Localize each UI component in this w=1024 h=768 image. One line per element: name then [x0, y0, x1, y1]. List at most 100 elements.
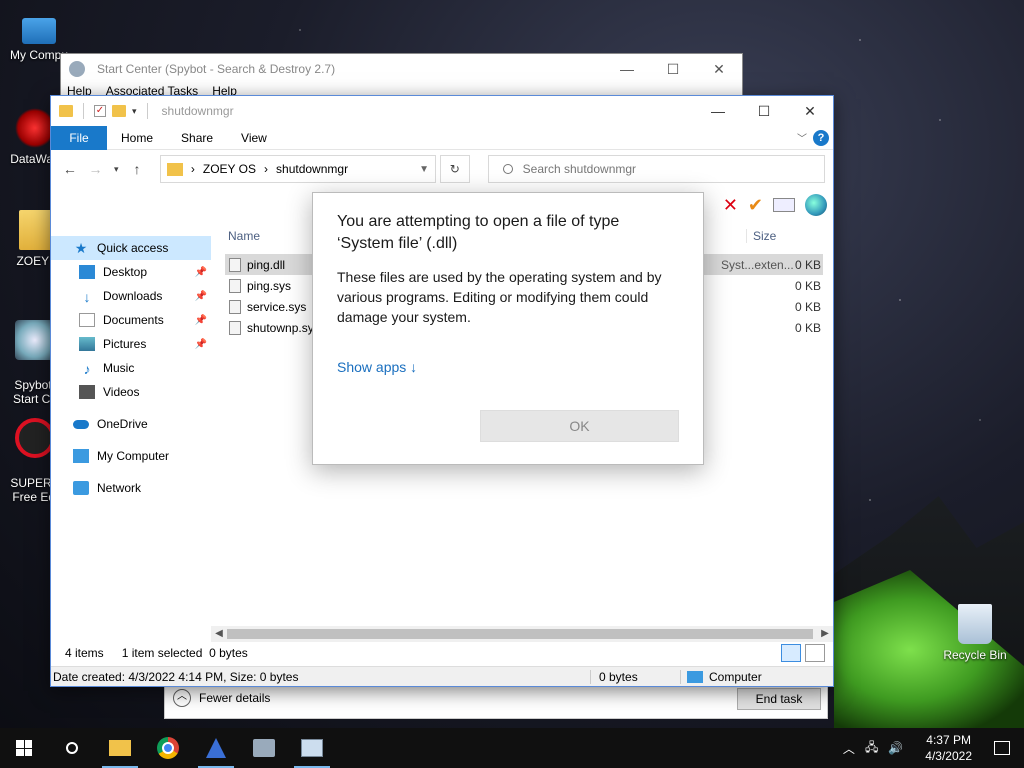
nav-onedrive[interactable]: OneDrive — [51, 412, 211, 436]
network-icon[interactable]: 🖧 — [865, 738, 878, 759]
close-button[interactable]: ✕ — [787, 96, 833, 126]
maximize-button[interactable]: ☐ — [741, 96, 787, 126]
spybot-icon — [15, 320, 55, 360]
ribbon-tabs: File Home Share View ﹀ ? — [51, 125, 833, 150]
taskbar-app[interactable] — [192, 728, 240, 768]
help-icon[interactable]: ? — [813, 130, 829, 146]
card-icon[interactable] — [773, 198, 795, 212]
scroll-right-icon[interactable]: ▶ — [817, 626, 833, 642]
spybot-icon — [301, 739, 323, 757]
minimize-button[interactable]: — — [695, 96, 741, 126]
taskbar-app-2[interactable] — [240, 728, 288, 768]
video-icon — [79, 385, 95, 399]
tab-home[interactable]: Home — [107, 126, 167, 150]
breadcrumb-zoey-os[interactable]: ZOEY OS — [203, 162, 256, 176]
nav-pictures[interactable]: Pictures 📌 — [51, 332, 211, 356]
large-icons-view-icon[interactable] — [805, 644, 825, 662]
end-task-button[interactable]: End task — [737, 688, 821, 710]
tab-file[interactable]: File — [51, 125, 107, 150]
selection-bytes: 0 bytes — [209, 646, 248, 660]
horizontal-scrollbar[interactable]: ◀ ▶ — [211, 626, 833, 642]
chevron-down-icon[interactable]: ▼ — [419, 164, 429, 175]
column-size[interactable]: Size — [746, 229, 776, 243]
start-button[interactable] — [0, 728, 48, 768]
file-icon — [229, 278, 241, 293]
nav-downloads[interactable]: ↓ Downloads 📌 — [51, 284, 211, 308]
show-apps-link[interactable]: Show apps ↓ — [337, 359, 679, 375]
delete-icon[interactable]: ✕ — [723, 195, 738, 216]
chevron-up-icon[interactable]: ︿ — [843, 740, 855, 757]
up-arrow-icon[interactable]: ↑ — [126, 161, 148, 177]
file-icon — [229, 299, 241, 314]
scrollbar-thumb[interactable] — [227, 629, 813, 639]
close-button[interactable]: ✕ — [696, 54, 742, 84]
window-title: shutdownmgr — [161, 104, 234, 118]
file-name: ping.sys — [247, 278, 292, 293]
taskbar-search-button[interactable] — [48, 728, 96, 768]
pictures-icon — [79, 337, 95, 351]
file-size: 0 KB — [794, 278, 821, 293]
expand-ribbon-icon[interactable]: ﹀ — [797, 130, 807, 145]
nav-documents[interactable]: Documents 📌 — [51, 308, 211, 332]
refresh-button[interactable]: ↻ — [440, 155, 470, 183]
desktop-icon-recycle-bin[interactable]: Recycle Bin — [940, 604, 1010, 662]
taskbar-chrome[interactable] — [144, 728, 192, 768]
scroll-left-icon[interactable]: ◀ — [211, 626, 227, 642]
nav-music[interactable]: ♪ Music — [51, 356, 211, 380]
pin-icon: 📌 — [194, 314, 207, 326]
download-icon: ↓ — [83, 289, 91, 305]
fewer-details-label: Fewer details — [199, 691, 271, 705]
file-type: Syst...exten... — [721, 257, 794, 272]
nav-videos[interactable]: Videos — [51, 380, 211, 404]
breadcrumb-shutdownmgr[interactable]: shutdownmgr — [276, 162, 348, 176]
recycle-bin-icon — [958, 604, 992, 644]
selection-label: 1 item selected — [121, 646, 203, 660]
nav-my-computer[interactable]: My Computer — [51, 444, 211, 468]
forward-arrow-icon[interactable]: → — [85, 161, 107, 177]
selection-count: 1 item selected 0 bytes — [122, 646, 248, 660]
nav-network[interactable]: Network — [51, 476, 211, 500]
customize-toolbar-icon[interactable]: ▾ — [132, 106, 137, 117]
new-folder-icon[interactable] — [112, 105, 126, 117]
ok-button[interactable]: OK — [480, 410, 679, 442]
address-bar[interactable]: › ZOEY OS › shutdownmgr ▼ — [159, 155, 437, 183]
file-name: ping.dll — [247, 257, 286, 272]
details-view-icon[interactable] — [781, 644, 801, 662]
checkmark-icon[interactable]: ✔ — [748, 195, 763, 216]
search-placeholder: Search shutdownmgr — [522, 162, 637, 176]
nav-label: Music — [103, 361, 135, 375]
properties-icon[interactable]: ✓ — [94, 105, 106, 117]
nav-quick-access[interactable]: ★ Quick access — [51, 236, 211, 260]
tab-view[interactable]: View — [227, 126, 281, 150]
nav-label: Desktop — [103, 265, 148, 279]
fewer-details-button[interactable]: ︿ Fewer details — [173, 689, 270, 707]
superantispyware-icon — [15, 418, 55, 458]
music-icon: ♪ — [83, 361, 91, 377]
recent-locations-icon[interactable]: ▾ — [110, 164, 122, 175]
details-location: Computer — [681, 670, 762, 684]
nav-desktop[interactable]: Desktop 📌 — [51, 260, 211, 284]
column-name[interactable]: Name — [228, 229, 260, 243]
minimize-button[interactable]: — — [604, 54, 650, 84]
system-tray: ︿ 🖧 🔊 4:37 PM 4/3/2022 — [843, 728, 1024, 768]
taskbar-file-explorer[interactable] — [96, 728, 144, 768]
datawag-icon — [15, 108, 55, 148]
nav-label: Quick access — [97, 241, 169, 255]
breadcrumb-separator: › — [190, 162, 195, 176]
volume-icon[interactable]: 🔊 — [888, 741, 903, 755]
search-input[interactable]: Search shutdownmgr — [487, 155, 826, 183]
back-arrow-icon[interactable]: ← — [59, 161, 81, 177]
file-icon — [229, 257, 241, 272]
details-bar: Date created: 4/3/2022 4:14 PM, Size: 0 … — [51, 666, 833, 686]
globe-icon[interactable] — [805, 194, 827, 216]
taskbar-app-3[interactable] — [288, 728, 336, 768]
maximize-button[interactable]: ☐ — [650, 54, 696, 84]
nav-label: Pictures — [103, 337, 147, 351]
file-name: shutownp.sys — [247, 320, 320, 335]
dialog-body: These files are used by the operating sy… — [337, 269, 662, 325]
clock[interactable]: 4:37 PM 4/3/2022 — [925, 732, 972, 764]
notifications-icon[interactable] — [994, 741, 1010, 755]
tab-share[interactable]: Share — [167, 126, 227, 150]
folder-icon — [166, 162, 183, 176]
computer-icon — [73, 449, 89, 463]
